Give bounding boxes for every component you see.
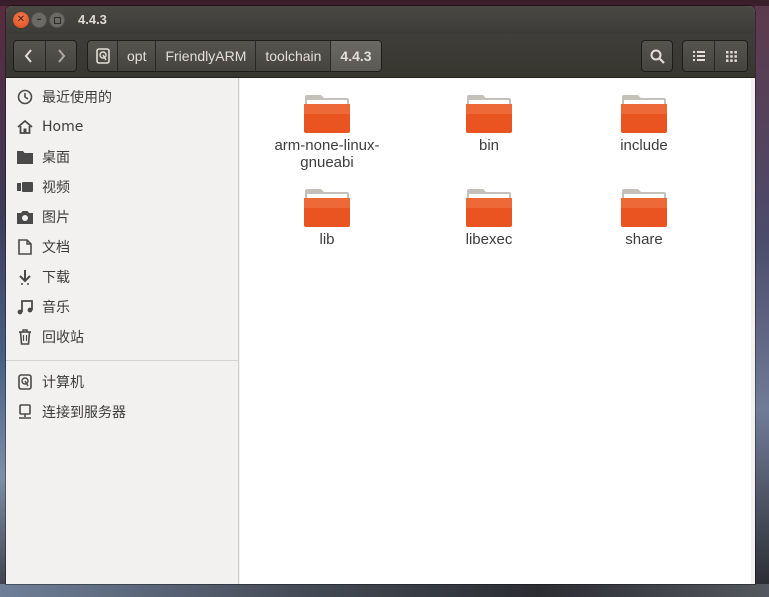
sidebar-item-desktop[interactable]: 桌面 bbox=[6, 143, 238, 171]
breadcrumb-friendlyarm[interactable]: FriendlyARM bbox=[156, 41, 257, 71]
file-name: include bbox=[620, 137, 668, 154]
sidebar-item-videos[interactable]: 视频 bbox=[6, 173, 238, 201]
sidebar-item-label: Home bbox=[42, 119, 84, 135]
folder-icon bbox=[621, 189, 667, 227]
breadcrumb-opt[interactable]: opt bbox=[118, 41, 157, 71]
watermark-text: https://blog.csdn.net/qq_34131399 bbox=[428, 566, 743, 584]
file-view[interactable]: arm-none-linux-gnueabi bin include lib l… bbox=[240, 78, 755, 584]
sidebar-item-label: 回收站 bbox=[42, 330, 84, 346]
sidebar-item-recent[interactable]: 最近使用的 bbox=[6, 83, 238, 111]
sidebar-item-documents[interactable]: 文档 bbox=[6, 233, 238, 261]
maximize-window-button[interactable] bbox=[49, 12, 65, 28]
sidebar-item-trash[interactable]: 回收站 bbox=[6, 323, 238, 351]
search-button[interactable] bbox=[642, 41, 672, 71]
sidebar-item-label: 连接到服务器 bbox=[42, 405, 126, 421]
file-item-folder[interactable]: share bbox=[569, 188, 719, 248]
desktop-folder-icon bbox=[16, 148, 34, 166]
file-name: libexec bbox=[465, 231, 513, 248]
search-group bbox=[641, 40, 673, 72]
maximize-icon bbox=[53, 16, 61, 24]
minimize-window-button[interactable]: – bbox=[31, 12, 47, 28]
toolbar: opt FriendlyARM toolchain 4.4.3 bbox=[6, 34, 755, 78]
sidebar-item-label: 视频 bbox=[42, 180, 70, 196]
title-bar[interactable]: ✕ – 4.4.3 bbox=[6, 6, 755, 34]
document-icon bbox=[16, 238, 34, 256]
file-name: bin bbox=[478, 137, 500, 154]
forward-button[interactable] bbox=[46, 41, 77, 71]
sidebar-item-label: 桌面 bbox=[42, 150, 70, 166]
sidebar-item-connect-server[interactable]: 连接到服务器 bbox=[6, 398, 238, 426]
file-item-folder[interactable]: include bbox=[569, 94, 719, 154]
view-mode-group bbox=[682, 40, 748, 72]
folder-icon bbox=[466, 189, 512, 227]
close-window-button[interactable]: ✕ bbox=[13, 12, 29, 28]
grid-view-icon bbox=[725, 50, 737, 62]
drive-icon bbox=[95, 48, 110, 64]
file-name: arm-none-linux-gnueabi bbox=[274, 137, 380, 171]
scrollbar-track[interactable] bbox=[751, 78, 755, 584]
file-manager-window: ✕ – 4.4.3 opt FriendlyARM toolchain 4.4.… bbox=[6, 6, 755, 584]
chevron-left-icon bbox=[24, 49, 33, 63]
video-icon bbox=[16, 178, 34, 196]
breadcrumb-toolchain[interactable]: toolchain bbox=[256, 41, 332, 71]
sidebar-item-label: 文档 bbox=[42, 240, 70, 256]
grid-view-button[interactable] bbox=[715, 41, 747, 71]
sidebar-item-music[interactable]: 音乐 bbox=[6, 293, 238, 321]
desktop-background-bottom bbox=[0, 584, 769, 597]
sidebar-divider bbox=[6, 360, 238, 361]
breadcrumb-root-button[interactable] bbox=[88, 41, 118, 71]
back-button[interactable] bbox=[14, 41, 46, 71]
folder-icon bbox=[466, 95, 512, 133]
trash-icon bbox=[16, 328, 34, 346]
folder-icon bbox=[304, 189, 350, 227]
desktop-background-right bbox=[755, 6, 769, 584]
breadcrumb-current[interactable]: 4.4.3 bbox=[331, 41, 381, 71]
close-icon: ✕ bbox=[16, 14, 26, 25]
file-item-folder[interactable]: bin bbox=[414, 94, 564, 154]
recent-icon bbox=[16, 88, 34, 106]
sidebar-item-computer[interactable]: 计算机 bbox=[6, 368, 238, 396]
sidebar-item-label: 计算机 bbox=[42, 375, 84, 391]
breadcrumb: opt FriendlyARM toolchain 4.4.3 bbox=[87, 40, 382, 72]
sidebar-item-pictures[interactable]: 图片 bbox=[6, 203, 238, 231]
history-nav-group bbox=[13, 40, 77, 72]
sidebar-item-home[interactable]: Home bbox=[6, 113, 238, 141]
file-name: share bbox=[625, 231, 663, 248]
sidebar-item-downloads[interactable]: 下载 bbox=[6, 263, 238, 291]
file-item-folder[interactable]: libexec bbox=[414, 188, 564, 248]
window-title: 4.4.3 bbox=[78, 12, 107, 27]
chevron-right-icon bbox=[57, 49, 66, 63]
file-item-folder[interactable]: arm-none-linux-gnueabi bbox=[252, 94, 402, 171]
sidebar-item-label: 音乐 bbox=[42, 300, 70, 316]
server-icon bbox=[16, 403, 34, 421]
file-name: lib bbox=[319, 231, 335, 248]
file-item-folder[interactable]: lib bbox=[252, 188, 402, 248]
folder-icon bbox=[621, 95, 667, 133]
minimize-icon: – bbox=[36, 14, 42, 25]
download-icon bbox=[16, 268, 34, 286]
sidebar-item-label: 图片 bbox=[42, 210, 70, 226]
sidebar-item-label: 最近使用的 bbox=[42, 90, 112, 106]
sidebar-item-label: 下载 bbox=[42, 270, 70, 286]
camera-icon bbox=[16, 208, 34, 226]
home-icon bbox=[16, 118, 34, 136]
search-icon bbox=[650, 49, 665, 64]
places-sidebar: 最近使用的 Home 桌面 视频 图片 文档 下载 音乐 回收站 计算机 连接到… bbox=[6, 78, 239, 584]
folder-icon bbox=[304, 95, 350, 133]
list-view-button[interactable] bbox=[683, 41, 715, 71]
computer-icon bbox=[16, 373, 34, 391]
list-view-icon bbox=[692, 51, 705, 61]
music-icon bbox=[16, 298, 34, 316]
